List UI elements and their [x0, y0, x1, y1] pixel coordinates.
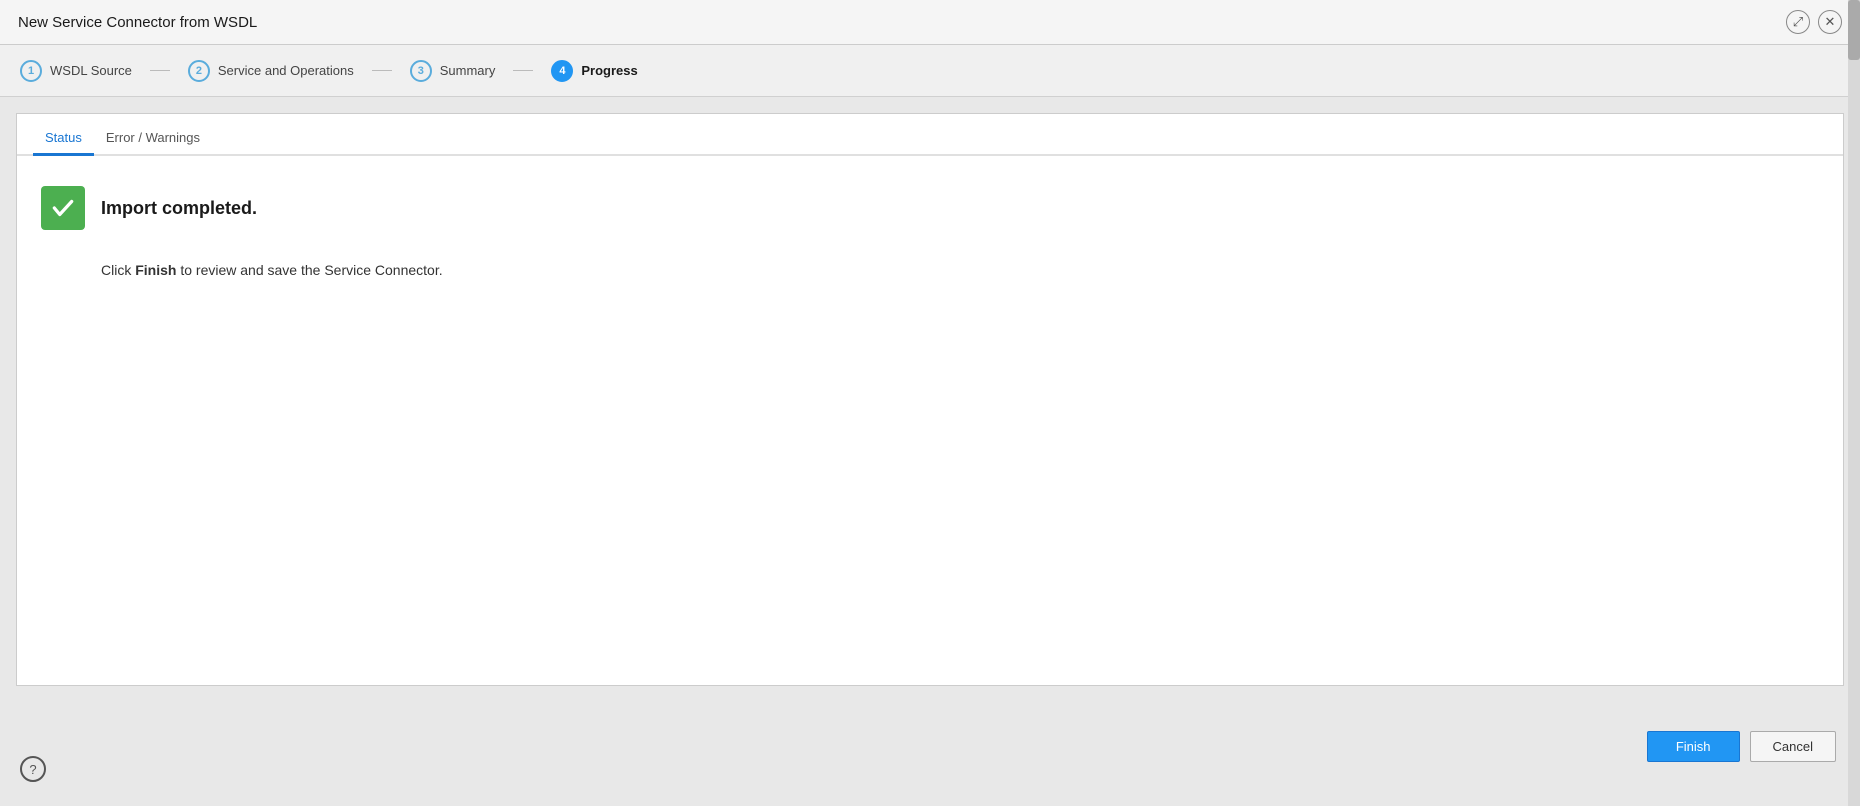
title-bar-controls: ⤢ ✕ — [1786, 10, 1842, 34]
step-4-circle: 4 — [551, 60, 573, 82]
step-separator-1 — [150, 70, 170, 71]
instruction-suffix: to review and save the Service Connector… — [176, 262, 442, 278]
step-1-circle: 1 — [20, 60, 42, 82]
steps-bar: 1 WSDL Source 2 Service and Operations 3… — [0, 45, 1860, 97]
content-panel: Status Error / Warnings Import completed… — [16, 113, 1844, 686]
step-separator-3 — [513, 70, 533, 71]
step-2-label: Service and Operations — [218, 63, 354, 78]
step-3-circle: 3 — [410, 60, 432, 82]
tab-status[interactable]: Status — [33, 122, 94, 156]
tab-errors[interactable]: Error / Warnings — [94, 122, 212, 156]
finish-button[interactable]: Finish — [1647, 731, 1740, 762]
step-3-label: Summary — [440, 63, 496, 78]
cancel-button[interactable]: Cancel — [1750, 731, 1836, 762]
expand-button[interactable]: ⤢ — [1786, 10, 1810, 34]
step-1-label: WSDL Source — [50, 63, 132, 78]
checkmark-svg — [50, 195, 76, 221]
scrollbar-thumb[interactable] — [1848, 0, 1860, 60]
step-4-label: Progress — [581, 63, 637, 78]
import-instructions: Click Finish to review and save the Serv… — [101, 260, 1819, 281]
main-content: Status Error / Warnings Import completed… — [0, 97, 1860, 686]
step-separator-2 — [372, 70, 392, 71]
instruction-prefix: Click — [101, 262, 135, 278]
tabs-bar: Status Error / Warnings — [17, 114, 1843, 156]
title-bar: New Service Connector from WSDL ⤢ ✕ — [0, 0, 1860, 45]
import-status-row: Import completed. — [41, 186, 1819, 230]
step-3: 3 Summary — [410, 60, 514, 82]
step-2: 2 Service and Operations — [188, 60, 372, 82]
step-2-circle: 2 — [188, 60, 210, 82]
dialog-title: New Service Connector from WSDL — [18, 14, 257, 31]
dialog-wrapper: New Service Connector from WSDL ⤢ ✕ 1 WS… — [0, 0, 1860, 806]
scrollbar-track — [1848, 0, 1860, 806]
success-icon — [41, 186, 85, 230]
footer-area: Finish Cancel — [0, 686, 1860, 806]
import-title: Import completed. — [101, 198, 257, 219]
step-4: 4 Progress — [551, 60, 655, 82]
help-button[interactable]: ? — [20, 756, 46, 782]
instruction-bold: Finish — [135, 262, 176, 278]
tab-content-status: Import completed. Click Finish to review… — [17, 156, 1843, 685]
step-1: 1 WSDL Source — [20, 60, 150, 82]
close-button[interactable]: ✕ — [1818, 10, 1842, 34]
